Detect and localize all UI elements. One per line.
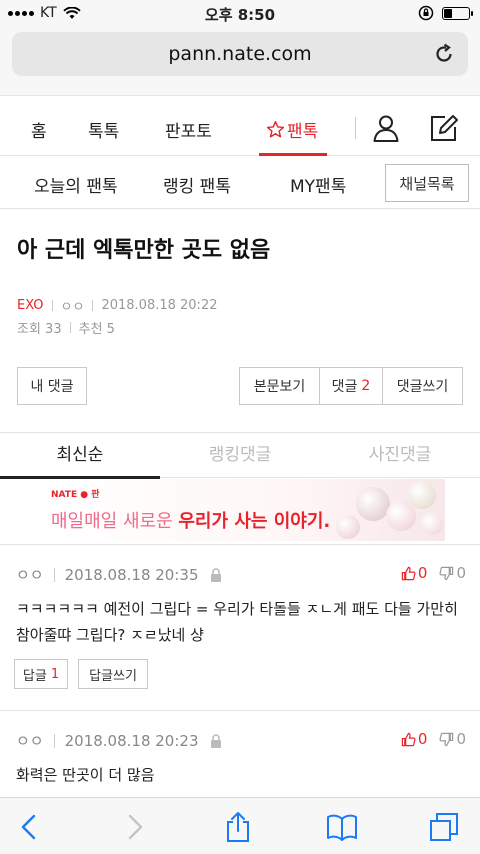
tabs-icon[interactable] xyxy=(428,811,460,843)
browser-chrome: KT 오후 8:50 pann.nate.com xyxy=(0,0,480,96)
bookmarks-icon[interactable] xyxy=(326,811,358,843)
banner-text: 매일매일 새로운 우리가 사는 이야기. xyxy=(51,511,331,532)
nav-active-indicator xyxy=(259,153,327,156)
post-recommends: 추천 5 xyxy=(78,322,115,337)
tab-photo-comments[interactable]: 사진댓글 xyxy=(320,433,480,478)
write-icon[interactable] xyxy=(428,112,460,144)
reply-button[interactable]: 답글 1 xyxy=(14,659,68,689)
comment-tabs: 최신순 랭킹댓글 사진댓글 xyxy=(0,432,480,479)
share-icon[interactable] xyxy=(222,811,254,843)
comment-votes: 0 0 xyxy=(401,564,466,582)
pearl-decoration xyxy=(408,481,436,509)
comment-meta: ㅇㅇ 2018.08.18 20:35 xyxy=(16,564,223,585)
browser-toolbar xyxy=(0,797,480,854)
star-icon xyxy=(266,120,285,138)
comment-votes: 0 0 xyxy=(401,730,466,748)
comments-count: 2 xyxy=(361,378,371,394)
nav-divider xyxy=(355,117,356,139)
dislike-button[interactable]: 0 xyxy=(439,564,466,582)
post-stats: 조회 33 추천 5 xyxy=(17,318,115,337)
pearl-decoration xyxy=(421,513,443,535)
like-button[interactable]: 0 xyxy=(401,564,427,582)
main-nav: 홈 톡톡 판포토 팬톡 xyxy=(0,100,480,156)
forward-icon[interactable] xyxy=(118,811,150,843)
comment-author: ㅇㅇ xyxy=(16,732,44,750)
nav-panpoto[interactable]: 판포토 xyxy=(165,117,212,142)
address-bar[interactable]: pann.nate.com xyxy=(12,32,468,76)
lock-icon xyxy=(210,567,221,582)
write-comment-button[interactable]: 댓글쓰기 xyxy=(382,367,463,405)
comment-text: 화력은 딴곳이 더 많음 xyxy=(16,766,155,784)
nav-pantok-label: 팬톡 xyxy=(287,122,319,142)
url-text[interactable]: pann.nate.com xyxy=(12,43,468,65)
tab-ranking-comments[interactable]: 랭킹댓글 xyxy=(160,433,320,478)
subnav-my[interactable]: MY팬톡 xyxy=(290,172,346,197)
pearl-decoration xyxy=(356,487,390,521)
comments-label: 댓글 xyxy=(331,379,358,395)
dislike-button[interactable]: 0 xyxy=(439,730,466,748)
comment-text: ㅋㅋㅋㅋㅋㅋ 예전이 그립다 = 우리가 타돌들 ㅈㄴ게 패도 다들 가만히 참… xyxy=(16,600,458,644)
nav-home[interactable]: 홈 xyxy=(31,117,47,142)
post-title: 아 근데 엑톡만한 곳도 없음 xyxy=(17,238,271,263)
view-body-button[interactable]: 본문보기 xyxy=(239,367,320,405)
channel-list-button[interactable]: 채널목록 xyxy=(385,164,469,202)
divider xyxy=(0,544,480,545)
subnav-today[interactable]: 오늘의 팬톡 xyxy=(34,172,118,197)
post-author: ㅇㅇ xyxy=(60,300,85,315)
comment-item: ㅇㅇ 2018.08.18 20:35 0 0 ㅋㅋㅋㅋㅋㅋ 예전이 그립다 =… xyxy=(0,564,480,704)
thumbs-up-icon xyxy=(401,566,416,580)
nav-toktok[interactable]: 톡톡 xyxy=(88,117,119,142)
status-bar: KT 오후 8:50 xyxy=(0,0,480,26)
lock-icon xyxy=(210,733,221,748)
battery-icon xyxy=(442,6,473,20)
pearl-decoration xyxy=(386,501,416,531)
comment-meta: ㅇㅇ 2018.08.18 20:23 xyxy=(16,730,223,751)
user-icon[interactable] xyxy=(370,112,402,144)
subnav-ranking[interactable]: 랭킹 팬톡 xyxy=(163,172,231,197)
back-icon[interactable] xyxy=(14,811,46,843)
nav-pantok[interactable]: 팬톡 xyxy=(266,117,318,142)
write-reply-button[interactable]: 답글쓰기 xyxy=(78,659,148,689)
divider xyxy=(0,710,480,711)
comment-datetime: 2018.08.18 20:23 xyxy=(64,731,199,750)
like-button[interactable]: 0 xyxy=(401,730,427,748)
comment-datetime: 2018.08.18 20:35 xyxy=(64,565,199,584)
post-datetime: 2018.08.18 20:22 xyxy=(101,298,218,313)
my-comments-button[interactable]: 내 댓글 xyxy=(17,367,87,405)
comments-button[interactable]: 댓글 2 xyxy=(319,367,383,405)
post-views: 조회 33 xyxy=(17,322,62,337)
sub-nav: 오늘의 팬톡 랭킹 팬톡 MY팬톡 채널목록 xyxy=(0,157,480,209)
orientation-lock-icon xyxy=(418,5,434,21)
comment-item: ㅇㅇ 2018.08.18 20:23 0 0 화력은 딴곳이 더 많음 xyxy=(0,730,480,790)
reload-icon[interactable] xyxy=(432,42,456,66)
comment-author: ㅇㅇ xyxy=(16,566,44,584)
post-channel[interactable]: EXO xyxy=(17,298,44,313)
thumbs-down-icon xyxy=(439,732,454,746)
pearl-decoration xyxy=(336,515,360,539)
post-meta: EXO ㅇㅇ 2018.08.18 20:22 xyxy=(17,296,217,315)
thumbs-up-icon xyxy=(401,732,416,746)
promo-banner[interactable]: NATE ● 판 매일매일 새로운 우리가 사는 이야기. xyxy=(36,479,445,541)
banner-brand: NATE ● 판 xyxy=(51,490,100,500)
thumbs-down-icon xyxy=(439,566,454,580)
tab-latest[interactable]: 최신순 xyxy=(0,433,160,479)
status-time: 오후 8:50 xyxy=(204,6,276,24)
